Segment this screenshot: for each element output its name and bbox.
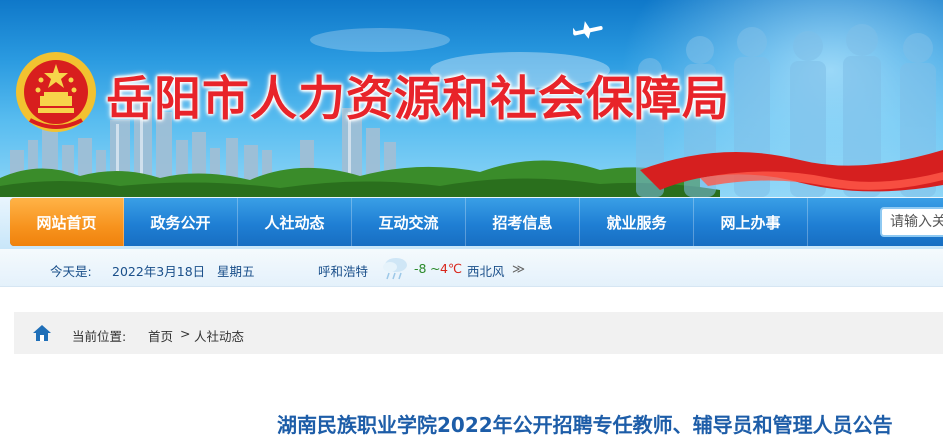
nav-item-recruitment[interactable]: 招考信息	[466, 198, 580, 246]
article-title: 湖南民族职业学院2022年公开招聘专任教师、辅导员和管理人员公告	[277, 413, 893, 437]
search-input[interactable]	[882, 209, 943, 235]
main-nav: 网站首页 政务公开 人社动态 互动交流 招考信息 就业服务 网上办事	[0, 197, 943, 249]
current-weekday: 星期五	[217, 264, 255, 279]
more-weather-link[interactable]: ≫	[512, 261, 525, 276]
today-label: 今天是:	[50, 264, 92, 279]
temp-separator: ~	[430, 261, 441, 276]
breadcrumb-separator: >	[180, 326, 191, 341]
breadcrumb: 当前位置: 首页 > 人社动态	[14, 312, 943, 354]
nav-item-government-affairs[interactable]: 政务公开	[124, 198, 238, 246]
nav-item-employment[interactable]: 就业服务	[580, 198, 694, 246]
header-banner: 岳阳市人力资源和社会保障局	[0, 0, 943, 197]
nav-item-interaction[interactable]: 互动交流	[352, 198, 466, 246]
temp-high: 4℃	[440, 261, 462, 276]
nav-bar: 网站首页 政务公开 人社动态 互动交流 招考信息 就业服务 网上办事	[10, 198, 943, 246]
wind-direction: 西北风	[467, 264, 505, 279]
current-date: 2022年3月18日	[112, 264, 206, 279]
temp-low: -8	[414, 261, 427, 276]
nav-item-online-services[interactable]: 网上办事	[694, 198, 808, 246]
breadcrumb-home-link[interactable]: 首页	[148, 326, 173, 345]
nav-item-home[interactable]: 网站首页	[10, 198, 124, 246]
breadcrumb-current-link[interactable]: 人社动态	[194, 326, 244, 345]
breadcrumb-label: 当前位置:	[72, 329, 127, 344]
weather-icon	[383, 258, 407, 280]
site-title: 岳阳市人力资源和社会保障局	[106, 72, 730, 127]
nav-item-news[interactable]: 人社动态	[238, 198, 352, 246]
national-emblem-icon	[16, 52, 96, 132]
info-bar: 今天是: 2022年3月18日 星期五 呼和浩特 -8 ~ 4℃ 西北风 ≫	[0, 249, 943, 287]
weather-city: 呼和浩特	[318, 264, 369, 279]
airplane-icon	[572, 21, 603, 39]
home-icon	[33, 325, 51, 341]
search-box	[880, 207, 943, 237]
